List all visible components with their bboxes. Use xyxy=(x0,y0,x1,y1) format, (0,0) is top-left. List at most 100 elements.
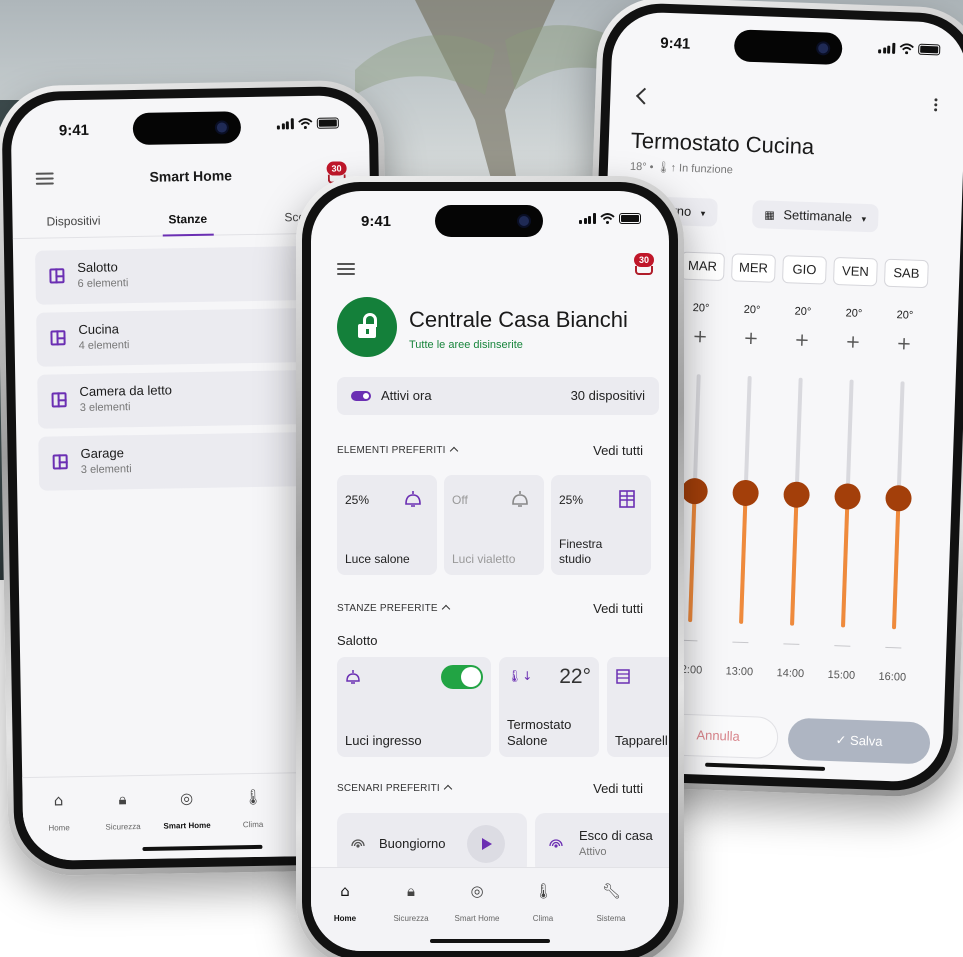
nav-home[interactable]: ⌂ Home xyxy=(315,882,375,926)
room-device-termostato-salone[interactable]: 🌡︎↓ 22° Termostato Salone xyxy=(499,657,599,757)
screen-alarm-hub: 9:41 30 Centrale Casa Bianchi Tutte le a… xyxy=(311,191,669,951)
slider-handle[interactable] xyxy=(732,479,760,507)
day-mar[interactable]: MAR xyxy=(680,251,725,282)
plus-icon[interactable]: + xyxy=(831,331,876,353)
fav-value: 25% xyxy=(345,493,370,507)
schedule-slot: 20° +16:00 xyxy=(878,309,928,684)
temperature-slider[interactable] xyxy=(681,374,709,623)
day-sab[interactable]: SAB xyxy=(883,258,929,289)
room-card-camera[interactable]: Camera da letto 3 elementi xyxy=(37,369,339,429)
room-layout-icon xyxy=(50,330,66,346)
scenario-icon xyxy=(549,839,563,848)
day-ven[interactable]: VEN xyxy=(832,256,878,287)
room-card-cucina[interactable]: Cucina 4 elementi xyxy=(36,307,337,367)
check-icon: ✓ xyxy=(835,733,847,749)
room-device-tapparelle[interactable]: Tapparell xyxy=(607,657,669,757)
temperature-slider[interactable] xyxy=(732,375,760,624)
dynamic-island xyxy=(435,205,543,237)
status-time: 9:41 xyxy=(58,121,90,140)
room-name: Cucina xyxy=(78,321,119,338)
scenario-name: Buongiorno xyxy=(379,836,446,851)
day-mer[interactable]: MER xyxy=(731,253,776,283)
toggle-icon xyxy=(351,391,371,401)
tab-stanze[interactable]: Stanze xyxy=(168,212,207,227)
section-fav-rooms-header[interactable]: STANZE PREFERITE xyxy=(337,603,451,614)
signal-icon xyxy=(878,42,895,54)
fav-value: 25% xyxy=(559,493,584,507)
play-icon[interactable] xyxy=(467,825,505,863)
room-device-luci-ingresso[interactable]: Luci ingresso xyxy=(337,657,491,757)
notifications-icon[interactable]: 30 xyxy=(633,253,655,275)
section-title: ELEMENTI PREFERITI xyxy=(337,445,446,456)
room-card-salotto[interactable]: Salotto 6 elementi xyxy=(35,245,336,305)
ceiling-lamp-icon xyxy=(512,491,528,507)
home-icon: ⌂ xyxy=(340,882,350,900)
slider-handle[interactable] xyxy=(834,483,862,510)
fav-card-finestra-studio[interactable]: 25% Finestra studio xyxy=(551,475,651,575)
slider-fill xyxy=(739,492,748,624)
plus-icon[interactable]: + xyxy=(780,330,825,352)
status-time: 9:41 xyxy=(361,213,392,230)
home-indicator[interactable] xyxy=(430,939,550,943)
fav-card-luci-vialetto[interactable]: Off Luci vialetto xyxy=(444,475,544,575)
temperature-slider[interactable] xyxy=(783,377,811,626)
room-count: 3 elementi xyxy=(79,401,131,415)
temperature-slider[interactable] xyxy=(834,379,862,628)
room-count: 3 elementi xyxy=(80,463,132,477)
see-all-link[interactable]: Vedi tutti xyxy=(593,781,643,796)
nav-clima[interactable]: 🌡︎ Clima xyxy=(513,882,573,926)
more-options-icon[interactable] xyxy=(934,98,938,112)
section-favorites-header[interactable]: ELEMENTI PREFERITI xyxy=(337,445,458,456)
room-name: Salotto xyxy=(77,259,118,276)
home-indicator[interactable] xyxy=(704,762,825,771)
save-button[interactable]: ✓ Salva xyxy=(787,717,931,765)
slot-temperature: 20° xyxy=(743,303,761,317)
temperature-schedule: 20° +12:00 20° +13:00 20° +14:00 20° +15:00 20° +… xyxy=(674,301,963,684)
status-bar: 9:41 xyxy=(311,191,669,243)
section-scenarios-header[interactable]: SCENARI PREFERITI xyxy=(337,783,453,794)
slider-handle[interactable] xyxy=(681,477,709,505)
nav-clima[interactable]: 🌡︎ Clima xyxy=(222,788,283,833)
battery-icon xyxy=(316,117,339,129)
nav-smart-home[interactable]: ◎ Smart Home xyxy=(447,882,507,926)
slider-handle[interactable] xyxy=(885,484,912,512)
lamp-icon xyxy=(346,670,360,684)
wifi-icon xyxy=(899,43,914,55)
nav-sistema[interactable]: 🔧︎ Sistema xyxy=(581,882,641,926)
slider-handle[interactable] xyxy=(783,481,811,509)
back-arrow-icon[interactable] xyxy=(635,87,653,105)
toggle-switch[interactable] xyxy=(441,665,483,689)
nav-sicurezza[interactable]: 🔒︎ Sicurezza xyxy=(92,790,153,835)
plus-icon[interactable]: + xyxy=(678,326,723,348)
schedule-dropdown[interactable]: ▦ Settimanale ▾ xyxy=(751,200,879,233)
calendar-icon: ▦ xyxy=(764,208,775,222)
nav-label: Smart Home xyxy=(163,820,211,831)
dynamic-island xyxy=(132,111,242,146)
slot-temperature: 20° xyxy=(845,307,863,320)
fav-card-luce-salone[interactable]: 25% Luce salone xyxy=(337,475,437,575)
see-all-link[interactable]: Vedi tutti xyxy=(593,443,643,458)
scenario-esco-di-casa[interactable]: Esco di casa Attivo xyxy=(535,813,669,875)
active-devices-bar[interactable]: Attivi ora 30 dispositivi xyxy=(337,377,659,415)
slot-temperature: 20° xyxy=(692,301,710,315)
battery-icon xyxy=(917,43,940,56)
plus-icon[interactable]: + xyxy=(729,328,774,350)
room-card-garage[interactable]: Garage 3 elementi xyxy=(38,431,340,491)
unlocked-padlock-icon xyxy=(337,297,397,357)
nav-smart-home[interactable]: ◎ Smart Home xyxy=(156,789,217,834)
room-list: Salotto 6 elementi Cucina 4 elementi Cam… xyxy=(35,245,340,499)
day-gio[interactable]: GIO xyxy=(781,255,827,285)
smart-home-icon: ◎ xyxy=(179,789,194,808)
room-layout-icon xyxy=(52,454,68,470)
temperature-slider[interactable] xyxy=(885,381,912,630)
nav-home[interactable]: ⌂ Home xyxy=(28,791,89,836)
day-selector: MAR MER GIO VEN SAB xyxy=(680,251,929,289)
fav-room-name: Salotto xyxy=(337,633,378,648)
menu-icon[interactable] xyxy=(337,263,355,275)
nav-sicurezza[interactable]: 🔒︎ Sicurezza xyxy=(381,882,441,926)
see-all-link[interactable]: Vedi tutti xyxy=(593,601,643,616)
tab-dispositivi[interactable]: Dispositivi xyxy=(46,214,100,229)
plus-icon[interactable]: + xyxy=(882,333,927,355)
room-layout-icon xyxy=(49,268,65,284)
scenario-buongiorno[interactable]: Buongiorno xyxy=(337,813,527,875)
